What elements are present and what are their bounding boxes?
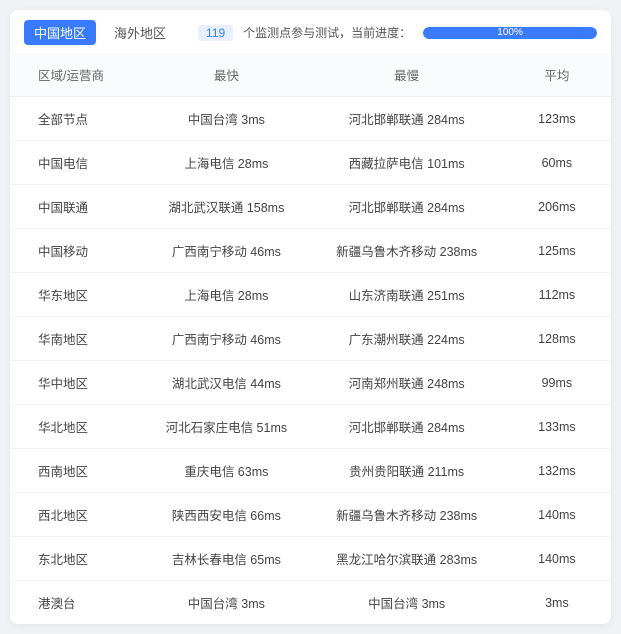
cell-slowest: 西藏拉萨电信 101ms	[310, 141, 502, 185]
cell-fastest: 陕西西安电信 66ms	[142, 493, 310, 537]
table-row[interactable]: 中国移动广西南宁移动 46ms新疆乌鲁木齐移动 238ms125ms	[10, 229, 611, 273]
cell-average: 206ms	[503, 185, 611, 229]
cell-region: 西南地区	[10, 449, 142, 493]
tab-china[interactable]: 中国地区	[24, 20, 96, 45]
cell-region: 华南地区	[10, 317, 142, 361]
cell-average: 128ms	[503, 317, 611, 361]
cell-region: 东北地区	[10, 537, 142, 581]
cell-fastest: 中国台湾 3ms	[142, 97, 310, 141]
cell-slowest: 河南郑州联通 248ms	[310, 361, 502, 405]
col-region[interactable]: 区域/运营商	[10, 53, 142, 97]
cell-fastest: 重庆电信 63ms	[142, 449, 310, 493]
cell-average: 112ms	[503, 273, 611, 317]
cell-average: 140ms	[503, 493, 611, 537]
cell-slowest: 山东济南联通 251ms	[310, 273, 502, 317]
table-row[interactable]: 东北地区吉林长春电信 65ms黑龙江哈尔滨联通 283ms140ms	[10, 537, 611, 581]
cell-average: 60ms	[503, 141, 611, 185]
cell-fastest: 吉林长春电信 65ms	[142, 537, 310, 581]
cell-slowest: 贵州贵阳联通 211ms	[310, 449, 502, 493]
table-header-row: 区域/运营商 最快 最慢 平均	[10, 53, 611, 97]
cell-slowest: 新疆乌鲁木齐移动 238ms	[310, 493, 502, 537]
status-text: 个监测点参与测试，当前进度：	[243, 24, 411, 41]
table-row[interactable]: 中国联通湖北武汉联通 158ms河北邯郸联通 284ms206ms	[10, 185, 611, 229]
table-row[interactable]: 中国电信上海电信 28ms西藏拉萨电信 101ms60ms	[10, 141, 611, 185]
node-count-badge: 119	[198, 25, 233, 41]
cell-average: 140ms	[503, 537, 611, 581]
cell-slowest: 广东潮州联通 224ms	[310, 317, 502, 361]
col-average[interactable]: 平均	[503, 53, 611, 97]
cell-fastest: 湖北武汉电信 44ms	[142, 361, 310, 405]
cell-fastest: 上海电信 28ms	[142, 273, 310, 317]
cell-fastest: 湖北武汉联通 158ms	[142, 185, 310, 229]
cell-average: 123ms	[503, 97, 611, 141]
cell-region: 华东地区	[10, 273, 142, 317]
cell-region: 中国电信	[10, 141, 142, 185]
cell-slowest: 新疆乌鲁木齐移动 238ms	[310, 229, 502, 273]
table-row[interactable]: 华南地区广西南宁移动 46ms广东潮州联通 224ms128ms	[10, 317, 611, 361]
table-row[interactable]: 西北地区陕西西安电信 66ms新疆乌鲁木齐移动 238ms140ms	[10, 493, 611, 537]
cell-slowest: 河北邯郸联通 284ms	[310, 97, 502, 141]
table-row[interactable]: 华中地区湖北武汉电信 44ms河南郑州联通 248ms99ms	[10, 361, 611, 405]
col-slowest[interactable]: 最慢	[310, 53, 502, 97]
cell-fastest: 广西南宁移动 46ms	[142, 317, 310, 361]
cell-average: 3ms	[503, 581, 611, 625]
cell-fastest: 河北石家庄电信 51ms	[142, 405, 310, 449]
cell-slowest: 中国台湾 3ms	[310, 581, 502, 625]
cell-average: 132ms	[503, 449, 611, 493]
progress-track: 100%	[423, 27, 597, 39]
cell-slowest: 黑龙江哈尔滨联通 283ms	[310, 537, 502, 581]
table-row[interactable]: 港澳台中国台湾 3ms中国台湾 3ms3ms	[10, 581, 611, 625]
cell-region: 全部节点	[10, 97, 142, 141]
results-table: 区域/运营商 最快 最慢 平均 全部节点中国台湾 3ms河北邯郸联通 284ms…	[10, 53, 611, 624]
cell-average: 99ms	[503, 361, 611, 405]
header-bar: 中国地区 海外地区 119 个监测点参与测试，当前进度： 100%	[10, 10, 611, 53]
cell-slowest: 河北邯郸联通 284ms	[310, 405, 502, 449]
cell-average: 125ms	[503, 229, 611, 273]
cell-region: 中国联通	[10, 185, 142, 229]
cell-fastest: 中国台湾 3ms	[142, 581, 310, 625]
ping-results-card: 中国地区 海外地区 119 个监测点参与测试，当前进度： 100% 区域/运营商…	[10, 10, 611, 624]
cell-region: 中国移动	[10, 229, 142, 273]
cell-region: 港澳台	[10, 581, 142, 625]
cell-slowest: 河北邯郸联通 284ms	[310, 185, 502, 229]
cell-fastest: 上海电信 28ms	[142, 141, 310, 185]
cell-region: 华中地区	[10, 361, 142, 405]
progress-bar: 100%	[423, 27, 597, 39]
cell-average: 133ms	[503, 405, 611, 449]
table-row[interactable]: 华东地区上海电信 28ms山东济南联通 251ms112ms	[10, 273, 611, 317]
cell-region: 西北地区	[10, 493, 142, 537]
table-row[interactable]: 西南地区重庆电信 63ms贵州贵阳联通 211ms132ms	[10, 449, 611, 493]
cell-fastest: 广西南宁移动 46ms	[142, 229, 310, 273]
cell-region: 华北地区	[10, 405, 142, 449]
table-row[interactable]: 全部节点中国台湾 3ms河北邯郸联通 284ms123ms	[10, 97, 611, 141]
tab-overseas[interactable]: 海外地区	[104, 20, 176, 45]
col-fastest[interactable]: 最快	[142, 53, 310, 97]
table-row[interactable]: 华北地区河北石家庄电信 51ms河北邯郸联通 284ms133ms	[10, 405, 611, 449]
